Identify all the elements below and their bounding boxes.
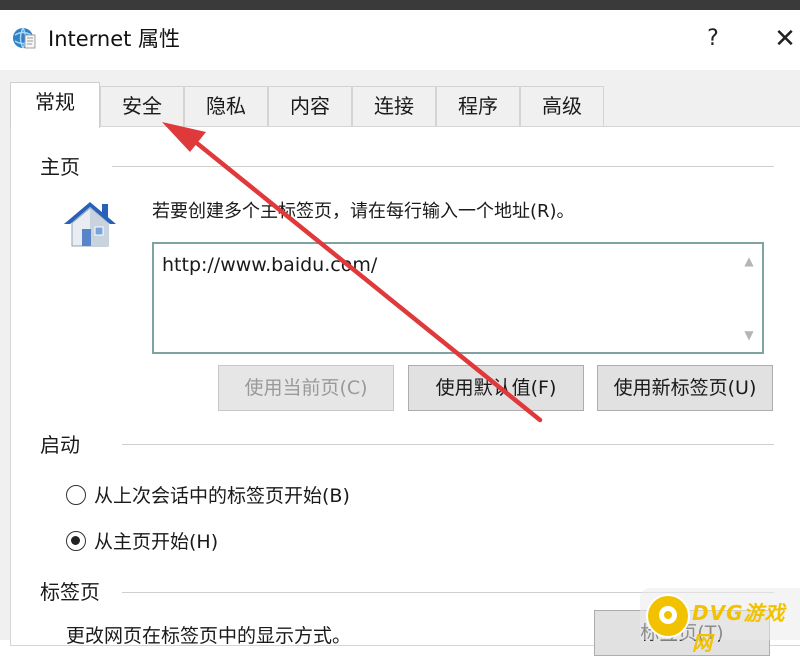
tabs-group-label: 标签页 (40, 579, 106, 605)
title-bar[interactable]: Internet 属性 ? ✕ (0, 10, 800, 70)
tab-privacy[interactable]: 隐私 (184, 86, 268, 126)
radio-label: 从主页开始(H) (94, 531, 219, 553)
tab-content[interactable]: 内容 (268, 86, 352, 126)
top-edge (0, 0, 800, 10)
radio-button-checked[interactable] (66, 531, 86, 551)
watermark-text: DVG游戏网 (692, 601, 786, 655)
startup-group-label: 启动 (40, 432, 86, 458)
chevron-down-icon[interactable]: ▼ (738, 324, 760, 346)
close-button[interactable]: ✕ (768, 22, 800, 56)
tab-general[interactable]: 常规 (10, 82, 100, 128)
house-icon (64, 202, 116, 247)
window-title: Internet 属性 (48, 27, 181, 51)
home-url-textarea[interactable]: http://www.baidu.com/ ▲ ▼ (152, 242, 764, 354)
tab-security[interactable]: 安全 (100, 86, 184, 126)
home-url-value: http://www.baidu.com/ (162, 254, 378, 276)
tab-programs[interactable]: 程序 (436, 86, 520, 126)
use-default-button[interactable]: 使用默认值(F) (408, 365, 584, 411)
startup-group-divider (122, 444, 774, 445)
dvg-logo-icon (646, 594, 690, 638)
tab-advanced[interactable]: 高级 (520, 86, 604, 126)
help-button[interactable]: ? (696, 22, 730, 56)
home-hint-text: 若要创建多个主标签页，请在每行输入一个地址(R)。 (152, 201, 575, 222)
watermark: DVG游戏网 (640, 588, 800, 655)
chevron-up-icon[interactable]: ▲ (738, 250, 760, 272)
use-current-button[interactable]: 使用当前页(C) (218, 365, 394, 411)
tab-connections[interactable]: 连接 (352, 86, 436, 126)
tabs-description: 更改网页在标签页中的显示方式。 (66, 625, 352, 647)
use-new-tab-button[interactable]: 使用新标签页(U) (597, 365, 773, 411)
home-group-label: 主页 (40, 154, 86, 180)
ie-globe-icon (13, 27, 36, 49)
url-scrollbar[interactable]: ▲ ▼ (738, 246, 760, 350)
home-group-divider (112, 166, 774, 167)
radio-button[interactable] (66, 485, 86, 505)
radio-label: 从上次会话中的标签页开始(B) (94, 485, 350, 507)
tab-strip: 常规 安全 隐私 内容 连接 程序 高级 (10, 82, 800, 128)
